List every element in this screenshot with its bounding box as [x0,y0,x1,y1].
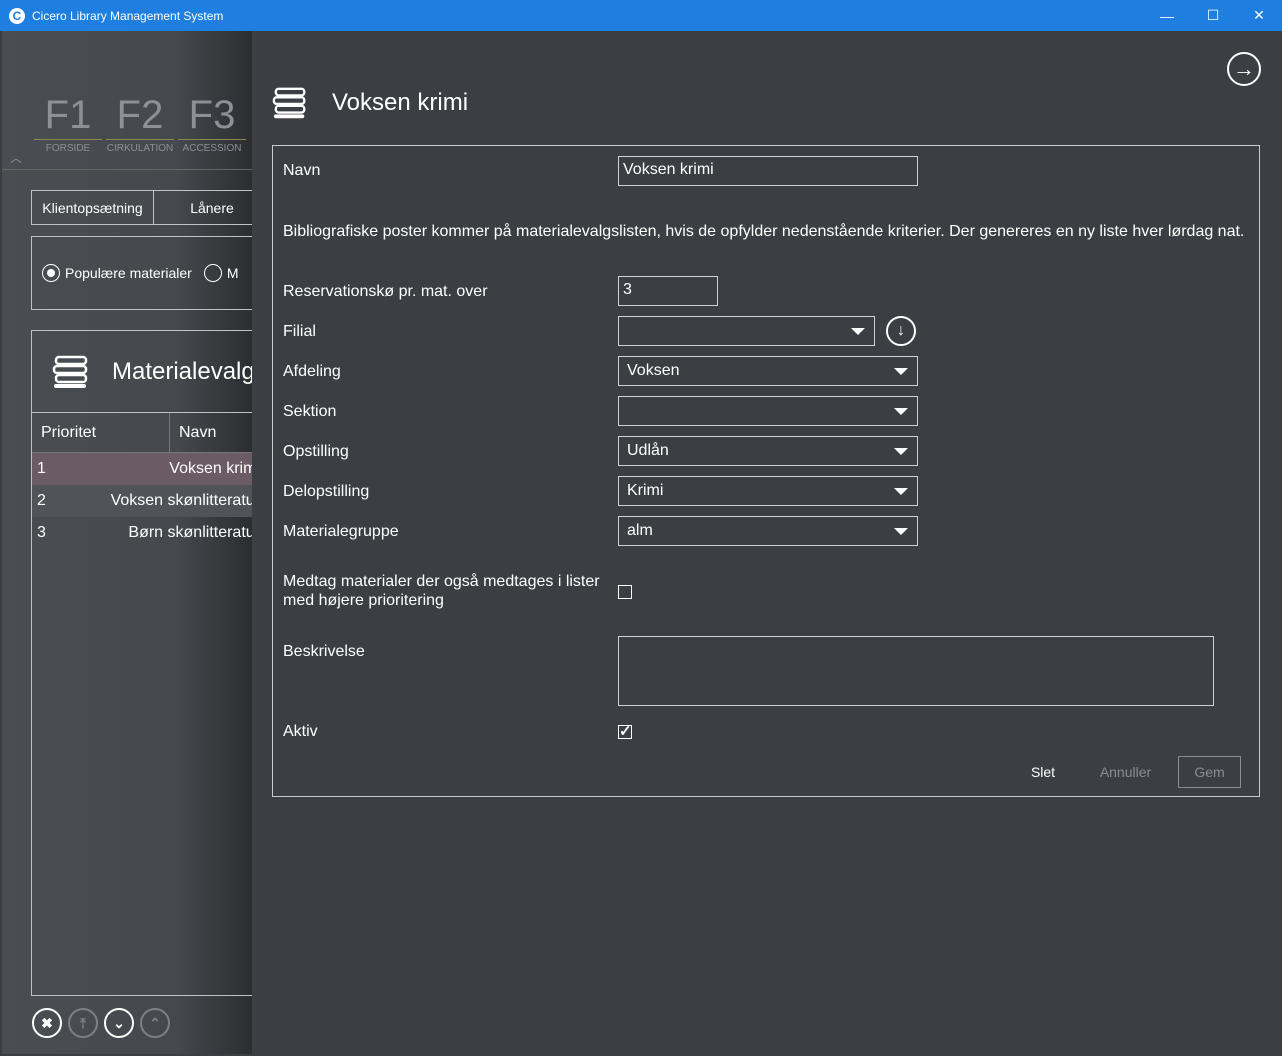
fkey-forside[interactable]: F1 FORSIDE [32,91,104,154]
list-column-headers: Prioritet Navn [32,413,252,453]
cell-navn: Børn skønlitteratur [128,524,252,541]
maximize-button[interactable]: ☐ [1190,0,1236,31]
radio-other[interactable] [203,264,222,282]
annuller-button[interactable]: Annuller [1088,756,1163,788]
chevron-down-icon [894,368,908,375]
move-up-button[interactable]: ⌃ [140,1008,170,1038]
cell-navn: Voksen skønlitteratur [110,492,252,509]
table-row[interactable]: 3 Børn skønlitteratur [32,517,252,549]
sektion-label: Sektion [283,403,337,420]
download-arrow-icon[interactable]: ↓ [886,316,916,346]
chevron-down-icon [894,528,908,535]
aktiv-checkbox[interactable] [618,722,632,740]
chevron-down-icon [851,328,865,335]
window-titlebar: C Cicero Library Management System — ☐ ✕ [0,0,1282,31]
column-header-prioritet[interactable]: Prioritet [32,413,170,452]
delopstilling-select[interactable]: Krimi [618,476,918,506]
move-top-button[interactable]: ⤒ [68,1008,98,1038]
chevron-down-icon [894,408,908,415]
reservation-label: Reservationskø pr. mat. over [283,283,488,300]
detail-title: Voksen krimi [332,89,469,116]
cell-prioritet: 3 [37,524,46,541]
cell-prioritet: 2 [37,492,46,509]
radio-label: M [226,265,239,281]
fkey-cirkulation[interactable]: F2 CIRKULATION [104,91,176,154]
books-stack-icon [52,355,88,388]
materialevalg-form: Navn Voksen krimi Bibliografiske poster … [272,145,1260,797]
table-row[interactable]: 1 Voksen krimi [32,453,252,485]
list-title: Materialevalg [112,357,252,385]
close-panel-arrow-icon[interactable]: → [1227,52,1261,86]
fkey-number: F3 [188,93,236,137]
fkey-number: F1 [44,93,92,137]
slet-button[interactable]: Slet [1018,756,1068,788]
sektion-select[interactable] [618,396,918,426]
materialevalg-list: Materialevalg Prioritet Navn 1 Voksen kr… [31,330,252,996]
detail-header: Voksen krimi [272,86,468,120]
aktiv-label: Aktiv [283,723,318,740]
select-value: alm [627,522,653,539]
materialegruppe-select[interactable]: alm [618,516,918,546]
materialegruppe-label: Materialegruppe [283,523,399,540]
background-panel: ︿ F1 FORSIDE F2 CIRKULATION F3 ACCESSION… [2,31,252,1054]
afdeling-label: Afdeling [283,363,341,380]
move-down-button[interactable]: ⌄ [104,1008,134,1038]
select-value: Krimi [627,482,664,499]
fkey-label: ACCESSION [178,139,246,154]
minimize-button[interactable]: — [1144,0,1190,31]
opstilling-select[interactable]: Udlån [618,436,918,466]
navn-label: Navn [283,162,321,179]
window-title: Cicero Library Management System [32,8,224,23]
opstilling-label: Opstilling [283,443,349,460]
collapse-caret-icon[interactable]: ︿ [10,149,22,166]
cell-navn: Voksen krimi [169,460,252,477]
radio-label: Populære materialer [65,265,192,281]
table-row[interactable]: 2 Voksen skønlitteratur [32,485,252,517]
delopstilling-label: Delopstilling [283,483,370,500]
fkey-label: CIRKULATION [106,139,174,154]
medtag-checkbox[interactable] [618,585,632,599]
fkey-accession[interactable]: F3 ACCESSION [176,91,248,154]
filial-select[interactable] [618,316,875,346]
fkey-number: F2 [116,93,164,137]
delete-button[interactable]: ✖ [32,1008,62,1038]
medtag-label-line2: med højere prioritering [283,592,444,609]
radio-populaere[interactable] [42,264,60,282]
gem-button[interactable]: Gem [1178,756,1241,788]
medtag-label-line1: Medtag materialer der også medtages i li… [283,573,600,590]
chevron-down-icon [894,448,908,455]
list-header: Materialevalg [32,331,252,413]
tab-klientopsaetning[interactable]: Klientopsætning [31,190,154,225]
list-action-buttons: ✖ ⤒ ⌄ ⌃ [32,1008,176,1038]
cell-prioritet: 1 [37,460,46,477]
tab-bar: Klientopsætning Lånere [31,190,252,225]
afdeling-select[interactable]: Voksen [618,356,918,386]
books-stack-icon [272,87,306,119]
app-logo-icon: C [9,7,25,24]
criteria-info-text: Bibliografiske poster kommer på material… [283,223,1245,240]
divider [2,169,252,170]
list-type-radio-group: Populære materialer M [31,236,252,310]
select-value: Voksen [627,362,680,379]
close-window-button[interactable]: ✕ [1236,0,1282,31]
reservation-input[interactable]: 3 [618,276,718,306]
beskrivelse-label: Beskrivelse [283,643,365,660]
fkey-label: FORSIDE [34,139,102,154]
filial-label: Filial [283,323,316,340]
navn-input[interactable]: Voksen krimi [618,156,918,186]
tab-laanere[interactable]: Lånere [154,190,252,225]
function-key-nav: F1 FORSIDE F2 CIRKULATION F3 ACCESSION [32,91,248,154]
select-value: Udlån [627,442,669,459]
beskrivelse-textarea[interactable] [618,636,1214,706]
chevron-down-icon [894,488,908,495]
column-header-navn[interactable]: Navn [170,413,216,452]
detail-panel: → Voksen krimi Navn Voksen krimi Bibliog… [252,31,1280,1054]
